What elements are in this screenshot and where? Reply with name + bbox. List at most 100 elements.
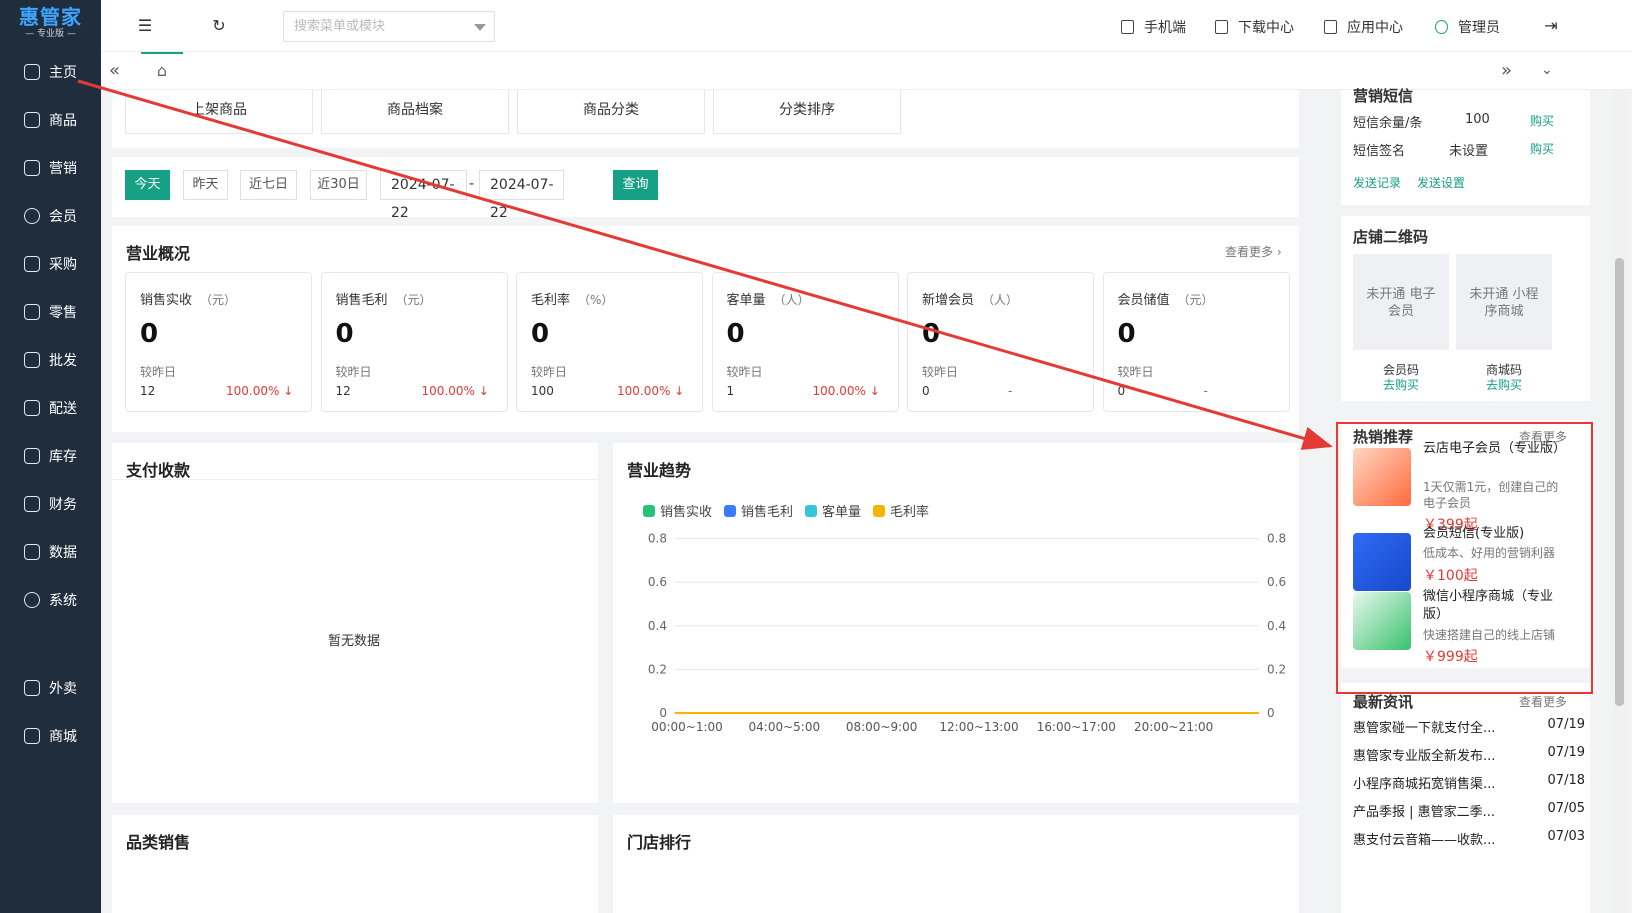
annotation-highlight-box: [1336, 422, 1593, 694]
news-item[interactable]: 产品季报 | 惠管家二季... 07/05: [1353, 801, 1585, 820]
sms-sign-label: 短信签名: [1353, 144, 1406, 159]
news-more-link[interactable]: 查看更多: [1519, 693, 1567, 710]
mobile-link[interactable]: 手机端: [1121, 17, 1186, 37]
quick-action-button[interactable]: 上架商品: [125, 90, 313, 134]
news-item[interactable]: 惠支付云音箱——收款... 07/03: [1353, 829, 1585, 848]
sidebar-item-13[interactable]: 商城: [0, 712, 101, 760]
stat-card[interactable]: 销售实收 （元） 0 较昨日 12 100.00% ↓: [125, 272, 312, 412]
sidebar-item-12[interactable]: 外卖: [0, 664, 101, 712]
stat-card[interactable]: 会员储值 （元） 0 较昨日 0 -: [1102, 272, 1290, 412]
news-item[interactable]: 小程序商城拓宽销售渠... 07/18: [1353, 773, 1585, 792]
start-date-input[interactable]: 2024-07-22: [380, 170, 467, 221]
news-item[interactable]: 惠管家碰一下就支付全... 07/19: [1353, 717, 1585, 736]
x-tick-label: 20:00~21:00: [1134, 720, 1213, 734]
news-title-text: 惠支付云音箱——收款...: [1353, 833, 1496, 848]
sidebar-item-5[interactable]: 零售: [0, 288, 101, 336]
y-tick-label-right: 0.2: [1267, 662, 1286, 676]
quick-action-button[interactable]: 商品分类: [517, 90, 705, 134]
quick-actions-card: 上架商品 商品档案 商品分类 分类排序: [112, 90, 1299, 148]
quick-action-button[interactable]: 分类排序: [713, 90, 901, 134]
grid-icon: [1324, 20, 1337, 34]
logout-icon[interactable]: ⇥: [1541, 16, 1561, 36]
stat-compare-label: 较昨日: [1117, 365, 1154, 379]
logo[interactable]: 惠管家 — 专业版 —: [0, 0, 101, 48]
stat-compare-label: 较昨日: [726, 365, 763, 379]
buy-sms-link[interactable]: 购买: [1530, 112, 1554, 129]
stat-value: 0: [531, 319, 550, 349]
stat-name: 客单量 （人）: [727, 289, 810, 308]
sidebar-item-1[interactable]: 商品: [0, 96, 101, 144]
last-30-days-button[interactable]: 近30日: [310, 170, 367, 200]
mobile-label: 手机端: [1144, 20, 1186, 36]
stat-card[interactable]: 客单量 （人） 0 较昨日 1 100.00% ↓: [711, 272, 899, 412]
chart-icon: [24, 160, 40, 176]
sidebar-item-3[interactable]: 会员: [0, 192, 101, 240]
download-center-link[interactable]: 下载中心: [1215, 17, 1294, 37]
sidebar-item-label: 系统: [49, 593, 77, 609]
stat-card[interactable]: 销售毛利 （元） 0 较昨日 12 100.00% ↓: [320, 272, 508, 412]
sidebar-item-label: 库存: [49, 449, 77, 465]
x-tick-label: 04:00~5:00: [749, 720, 821, 734]
stat-value: 0: [1117, 319, 1136, 349]
menu-search-select[interactable]: 搜索菜单或模块: [283, 11, 495, 42]
stat-card[interactable]: 毛利率 （%） 0 较昨日 100 100.00% ↓: [516, 272, 703, 412]
x-tick-label: 08:00~9:00: [846, 720, 918, 734]
chevron-down-icon: [474, 24, 486, 31]
sidebar-item-label: 主页: [49, 65, 77, 81]
sidebar-item-label: 商城: [49, 729, 77, 745]
stat-label: 客单量: [726, 293, 766, 308]
end-date-input[interactable]: 2024-07-22: [479, 170, 564, 221]
today-button[interactable]: 今天: [125, 170, 170, 200]
inventory-icon: [24, 448, 40, 464]
sidebar-item-6[interactable]: 批发: [0, 336, 101, 384]
scrollbar-thumb[interactable]: [1615, 258, 1624, 706]
stat-card[interactable]: 新增会员 （人） 0 较昨日 0 -: [907, 272, 1094, 412]
send-records-link[interactable]: 发送记录: [1353, 174, 1401, 191]
stat-name: 销售实收 （元）: [140, 289, 236, 308]
sidebar-item-4[interactable]: 采购: [0, 240, 101, 288]
stat-yesterday-value: 12: [335, 384, 351, 398]
truck-icon: [24, 400, 40, 416]
tab-home[interactable]: ⌂: [141, 52, 183, 90]
sidebar-item-0[interactable]: 主页: [0, 48, 101, 96]
query-button[interactable]: 查询: [613, 170, 658, 200]
menu-toggle-icon[interactable]: ☰: [135, 16, 155, 36]
trend-line-chart: 110.80.80.60.60.40.40.20.20000:00~1:0004…: [648, 532, 1286, 734]
x-tick-label: 00:00~1:00: [651, 720, 723, 734]
overview-more-link[interactable]: 查看更多 ›: [1225, 243, 1282, 260]
qrcode-buy-link[interactable]: 去购买: [1456, 376, 1552, 393]
qrcode-buy-link[interactable]: 去购买: [1353, 376, 1449, 393]
tabs-dropdown-icon[interactable]: ⌄: [1541, 62, 1553, 78]
news-title-text: 小程序商城拓宽销售渠...: [1353, 777, 1496, 792]
sidebar-item-8[interactable]: 库存: [0, 432, 101, 480]
stat-change: -: [1008, 384, 1013, 398]
last-7-days-button[interactable]: 近七日: [240, 170, 297, 200]
sidebar-item-10[interactable]: 数据: [0, 528, 101, 576]
user-menu[interactable]: 管理员: [1435, 17, 1500, 37]
sidebar-item-11[interactable]: 系统: [0, 576, 101, 624]
qrcode-placeholder: 未开通 电子会员: [1353, 254, 1449, 350]
send-settings-link[interactable]: 发送设置: [1417, 174, 1465, 191]
app-center-link[interactable]: 应用中心: [1324, 17, 1403, 37]
sidebar-item-2[interactable]: 营销: [0, 144, 101, 192]
sidebar-item-7[interactable]: 配送: [0, 384, 101, 432]
news-item[interactable]: 惠管家专业版全新发布... 07/19: [1353, 745, 1585, 764]
user-label: 管理员: [1458, 20, 1500, 36]
sidebar-item-9[interactable]: 财务: [0, 480, 101, 528]
quick-action-button[interactable]: 商品档案: [321, 90, 509, 134]
buy-sign-link[interactable]: 购买: [1530, 140, 1554, 157]
scroll-tabs-right-icon[interactable]: »: [1501, 60, 1512, 81]
settings-icon: [24, 592, 40, 608]
refresh-icon[interactable]: ↻: [209, 16, 229, 36]
yesterday-button[interactable]: 昨天: [183, 170, 228, 200]
sms-title: 营销短信: [1353, 87, 1414, 105]
sms-balance-label: 短信余量/条: [1353, 116, 1423, 131]
stat-unit: （元）: [200, 293, 237, 307]
stat-change: -: [1203, 384, 1208, 398]
stat-name: 销售毛利 （元）: [336, 289, 432, 308]
stat-unit: （%）: [578, 293, 614, 307]
category-sales-title: 品类销售: [126, 833, 191, 852]
date-separator: -: [469, 176, 475, 192]
stat-yesterday-value: 100: [531, 384, 554, 398]
scroll-tabs-left-icon[interactable]: «: [109, 60, 120, 81]
